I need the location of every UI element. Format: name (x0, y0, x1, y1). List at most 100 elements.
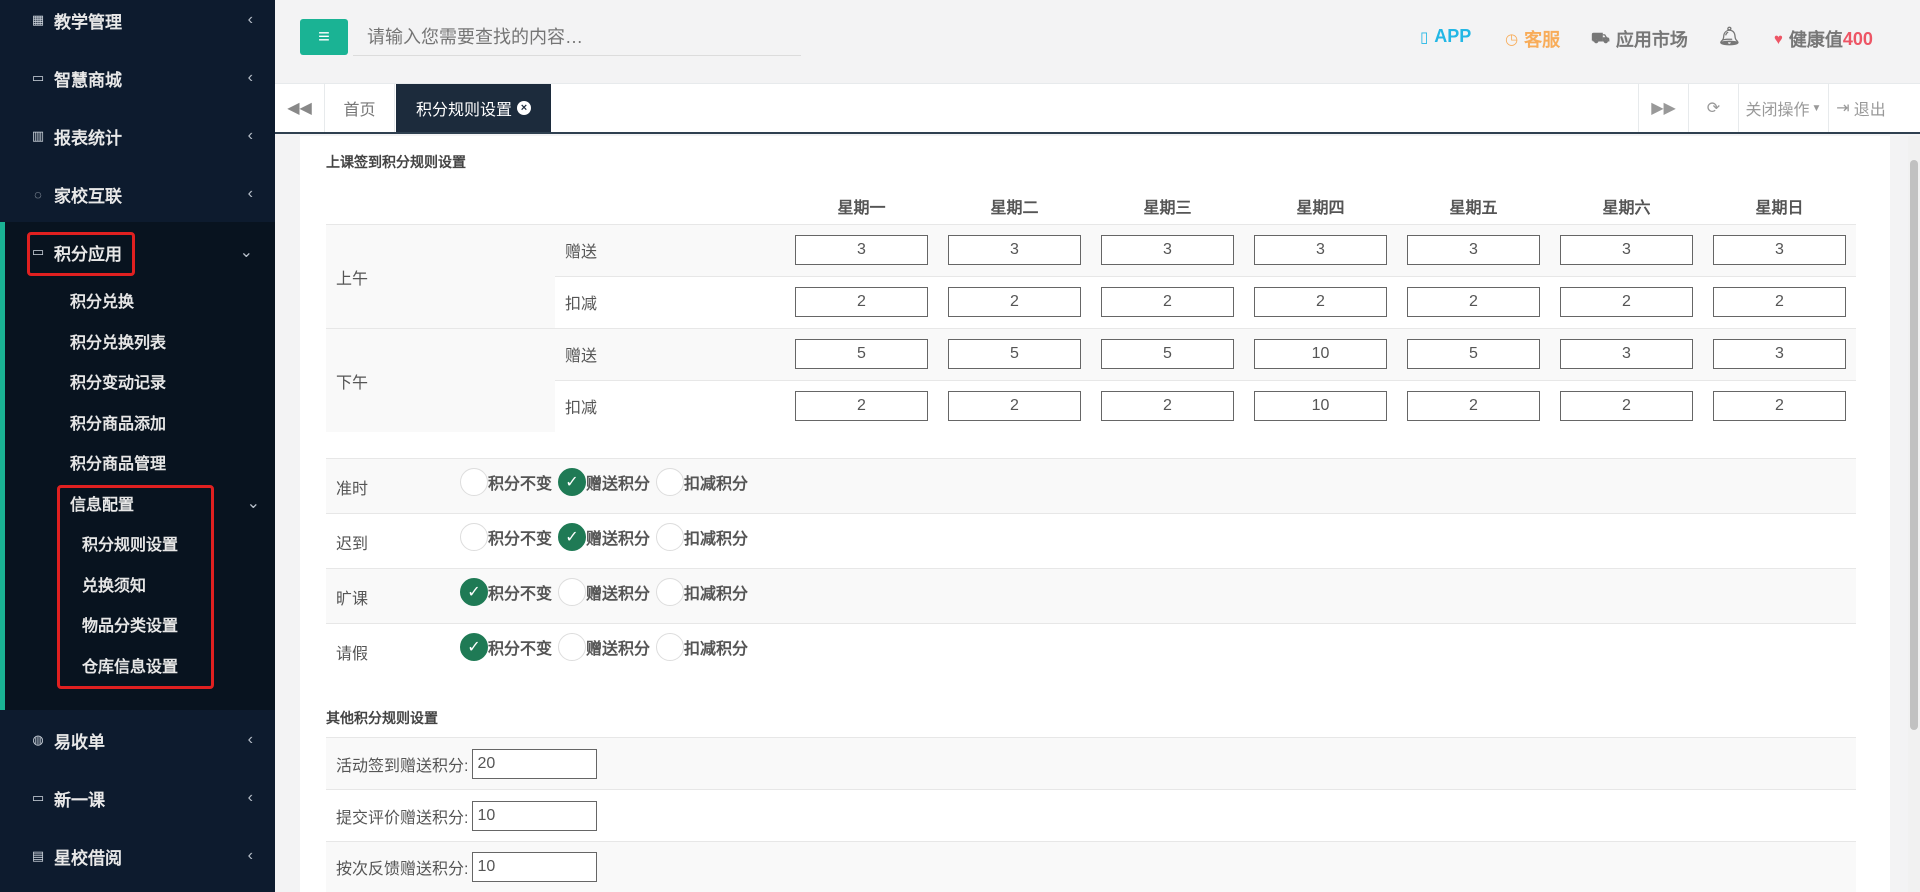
check-icon[interactable]: ✓ (558, 523, 586, 551)
scrollbar-thumb[interactable] (1910, 160, 1918, 730)
attendance-radio-option[interactable]: ✓ 积分不变 (460, 633, 552, 661)
sidebar-item-reports[interactable]: ▥ 报表统计 ‹ (0, 116, 275, 156)
sidebar-item-easy-pay[interactable]: ◍ 易收单 ‹ (0, 720, 275, 760)
afternoon-deduct-input[interactable] (795, 391, 928, 421)
day-header: 星期日 (1755, 200, 1804, 217)
sidebar-subitem-exchange-list[interactable]: 积分兑换列表 (70, 326, 166, 356)
morning-give-input[interactable] (1254, 235, 1387, 265)
refresh-button[interactable]: ⟳ (1688, 84, 1738, 132)
attendance-radio-option[interactable]: 赠送积分 (558, 578, 650, 606)
radio-circle-icon[interactable] (656, 633, 684, 661)
tab-home[interactable]: 首页 (325, 84, 395, 132)
morning-deduct-input[interactable] (1407, 287, 1540, 317)
tab-points-rules[interactable]: 积分规则设置 × (396, 84, 551, 132)
radio-label: 扣减积分 (684, 476, 749, 493)
morning-give-input[interactable] (795, 235, 928, 265)
menu-toggle-button[interactable]: ≡ (300, 19, 348, 55)
afternoon-deduct-input[interactable] (1254, 391, 1387, 421)
health-link[interactable]: ♥ 健康值 400 (1774, 26, 1873, 52)
attendance-radio-option[interactable]: 扣减积分 (656, 523, 748, 551)
afternoon-give-input[interactable] (1713, 339, 1846, 369)
app-market-link[interactable]: ⛟ 应用市场 (1591, 26, 1688, 52)
sidebar-subitem-change-log[interactable]: 积分变动记录 (70, 366, 166, 396)
sidebar-item-label: 新一课 (54, 790, 105, 810)
morning-deduct-input[interactable] (1254, 287, 1387, 317)
evaluation-points-input[interactable] (472, 800, 598, 831)
afternoon-deduct-input[interactable] (948, 391, 1081, 421)
morning-deduct-input[interactable] (1101, 287, 1234, 317)
attendance-radio-option[interactable]: 扣减积分 (656, 468, 748, 496)
morning-give-input[interactable] (1560, 235, 1693, 265)
radio-circle-icon[interactable] (656, 468, 684, 496)
page-scrollbar[interactable] (1908, 136, 1920, 892)
afternoon-label: 下午 (326, 328, 555, 432)
attendance-radio-option[interactable]: ✓ 赠送积分 (558, 468, 650, 496)
radio-circle-icon[interactable] (558, 578, 586, 606)
search-input[interactable] (353, 20, 801, 56)
close-operations-dropdown[interactable]: 关闭操作 ▼ (1738, 84, 1828, 132)
close-icon[interactable]: × (517, 101, 531, 115)
radio-circle-icon[interactable] (656, 578, 684, 606)
sidebar-item-library[interactable]: ▤ 星校借阅 ‹ (0, 836, 275, 876)
activity-checkin-points-input[interactable] (472, 748, 598, 779)
morning-deduct-input[interactable] (1560, 287, 1693, 317)
attendance-radio-option[interactable]: 赠送积分 (558, 633, 650, 661)
morning-give-input[interactable] (1407, 235, 1540, 265)
sidebar-item-teaching[interactable]: ▦ 教学管理 ‹ (0, 0, 275, 40)
morning-give-input[interactable] (1713, 235, 1846, 265)
afternoon-give-input[interactable] (1254, 339, 1387, 369)
double-chevron-right-icon: ▶▶ (1651, 100, 1676, 117)
attendance-radio-option[interactable]: 积分不变 (460, 468, 552, 496)
afternoon-deduct-input[interactable] (1560, 391, 1693, 421)
day-header: 星期一 (837, 200, 886, 217)
notification-button[interactable]: 🔔︎ (1718, 26, 1741, 47)
feedback-points-input[interactable] (472, 852, 598, 882)
attendance-radio-option[interactable]: 积分不变 (460, 523, 552, 551)
attendance-radio-option[interactable]: 扣减积分 (656, 633, 748, 661)
customer-service-link[interactable]: ◷ 客服 (1505, 26, 1560, 52)
afternoon-deduct-input[interactable] (1101, 391, 1234, 421)
morning-deduct-input[interactable] (1713, 287, 1846, 317)
afternoon-give-input[interactable] (1560, 339, 1693, 369)
afternoon-give-input[interactable] (795, 339, 928, 369)
morning-deduct-input[interactable] (795, 287, 928, 317)
radio-circle-icon[interactable] (656, 523, 684, 551)
other-rule-label: 按次反馈赠送积分: (336, 861, 469, 878)
afternoon-give-input[interactable] (1407, 339, 1540, 369)
morning-deduct-label: 扣减 (565, 296, 598, 313)
tab-scroll-left-button[interactable]: ◀◀ (275, 84, 325, 132)
check-icon[interactable]: ✓ (460, 578, 488, 606)
tab-scroll-right-button[interactable]: ▶▶ (1638, 84, 1688, 132)
attendance-radio-option[interactable]: ✓ 赠送积分 (558, 523, 650, 551)
sidebar-item-label: 报表统计 (54, 128, 122, 148)
check-icon[interactable]: ✓ (460, 633, 488, 661)
sidebar-subitem-manage-product[interactable]: 积分商品管理 (70, 447, 166, 477)
attendance-radio-option[interactable]: 扣减积分 (656, 578, 748, 606)
other-rule-row: 提交评价赠送积分: (326, 789, 1856, 841)
radio-circle-icon[interactable] (460, 523, 488, 551)
sidebar-item-home-school[interactable]: ◌ 家校互联 ‹ (0, 174, 275, 214)
morning-give-input[interactable] (1101, 235, 1234, 265)
other-rule-row: 活动签到赠送积分: (326, 737, 1856, 789)
radio-circle-icon[interactable] (460, 468, 488, 496)
caret-down-icon: ▼ (1811, 102, 1822, 114)
morning-give-input[interactable] (948, 235, 1081, 265)
logout-button[interactable]: ⇥ 退出 (1828, 84, 1893, 132)
sidebar-item-new-class[interactable]: ▭ 新一课 ‹ (0, 778, 275, 818)
afternoon-deduct-input[interactable] (1713, 391, 1846, 421)
radio-label: 积分不变 (488, 586, 553, 603)
attendance-radio-option[interactable]: ✓ 积分不变 (460, 578, 552, 606)
morning-deduct-input[interactable] (948, 287, 1081, 317)
app-link[interactable]: ▯ APP (1420, 26, 1471, 47)
afternoon-deduct-input[interactable] (1407, 391, 1540, 421)
afternoon-give-input[interactable] (948, 339, 1081, 369)
radio-circle-icon[interactable] (558, 633, 586, 661)
close-ops-label: 关闭操作 (1745, 102, 1810, 119)
sidebar-item-mall[interactable]: ▭ 智慧商城 ‹ (0, 58, 275, 98)
sidebar-subitem-add-product[interactable]: 积分商品添加 (70, 407, 166, 437)
chevron-left-icon: ‹ (247, 11, 253, 28)
check-icon[interactable]: ✓ (558, 468, 586, 496)
afternoon-give-label: 赠送 (565, 348, 598, 365)
afternoon-give-input[interactable] (1101, 339, 1234, 369)
sidebar-subitem-exchange[interactable]: 积分兑换 (70, 285, 134, 315)
